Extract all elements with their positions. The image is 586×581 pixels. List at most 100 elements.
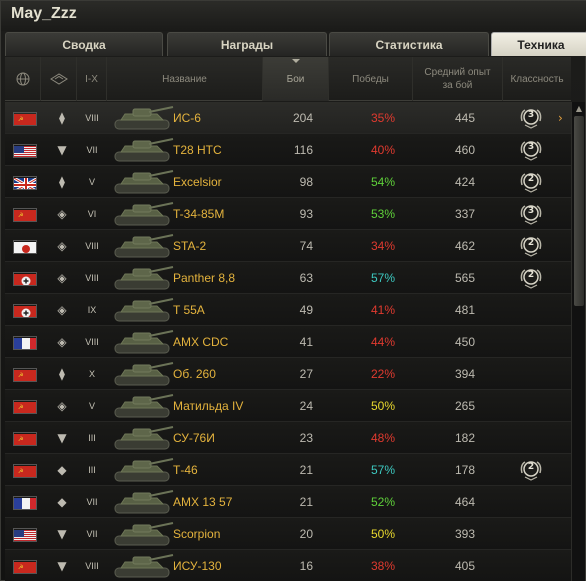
vehicle-row[interactable]: ⧫ V Excelsior 98 54% 424 2 [5,166,571,198]
tab-statistics[interactable]: Статистика [329,32,489,56]
tab-bar: Сводка Награды Статистика Техника [5,32,586,56]
avg-xp: 337 [454,207,475,221]
sort-wins-button[interactable]: Победы [329,57,413,101]
tab-summary[interactable]: Сводка [5,32,163,56]
battles-count: 24 [299,399,313,413]
scroll-thumb[interactable] [574,116,584,306]
germany-flag-icon [13,272,37,286]
td-type-icon: ▼ [57,559,67,573]
tank-image [111,136,175,164]
sort-type-button[interactable] [41,57,77,101]
battles-count: 16 [299,559,313,573]
svg-text:☭: ☭ [18,372,23,379]
mastery-badge-icon: 2 [519,267,543,289]
vehicle-tier: V [88,177,95,187]
usa-flag-icon [13,144,37,158]
svg-text:☭: ☭ [18,404,23,411]
mastery-level: 3 [527,206,535,216]
vehicle-row[interactable]: ☭ ⧫ X Об. 260 27 22% 394 [5,358,571,390]
scroll-up-arrow-icon[interactable]: ▲ [574,104,584,114]
svg-text:☭: ☭ [18,564,23,571]
vehicle-tier: VIII [85,273,99,283]
vehicle-row[interactable]: ☭ ◆ III Т-46 21 57% 178 2 [5,454,571,486]
vehicle-row[interactable]: ▼ VII T28 HTC 116 40% 460 3 [5,134,571,166]
vehicle-row[interactable]: ☭ ⧫ VIII ИС-6 204 35% 445 3 › [5,102,571,134]
tank-image [111,488,175,516]
vehicle-row[interactable]: ◆ VII AMX 13 57 21 52% 464 [5,486,571,518]
avg-xp: 481 [454,303,475,317]
battles-count: 204 [292,111,313,125]
tab-vehicles[interactable]: Техника [491,32,586,56]
heavy-type-icon: ⧫ [59,175,65,189]
avg-xp: 462 [454,239,475,253]
battles-count: 41 [299,335,313,349]
vehicle-row[interactable]: ▼ VII Scorpion 20 50% 393 [5,518,571,550]
win-rate: 22% [370,367,395,381]
avg-xp: 265 [454,399,475,413]
vehicle-name: STA-2 [173,239,207,253]
tab-awards[interactable]: Награды [167,32,327,56]
table-header: I-X Название Бои Победы Средний опыт за … [5,57,571,101]
sort-avgxp-button[interactable]: Средний опыт за бой [413,57,503,101]
battles-count: 21 [299,495,313,509]
vehicle-name: ИСУ-130 [173,559,222,573]
mastery-badge-icon: 3 [519,107,543,129]
vehicle-row[interactable]: ◈ IX T 55A 49 41% 481 [5,294,571,326]
mastery-badge-icon: 2 [519,459,543,481]
light-type-icon: ◆ [57,495,67,509]
svg-text:☭: ☭ [18,212,23,219]
win-rate: 35% [370,111,395,125]
svg-text:☭: ☭ [18,116,23,123]
tank-image [111,200,175,228]
mastery-badge-icon: 2 [519,235,543,257]
vehicle-tier: IX [87,305,97,315]
medium-type-icon: ◈ [57,303,67,317]
vehicle-row[interactable]: ☭ ▼ III СУ-76И 23 48% 182 [5,422,571,454]
vehicle-row[interactable]: ◈ VIII STA-2 74 34% 462 2 [5,230,571,262]
expand-arrow-icon[interactable]: › [558,102,563,134]
medium-type-icon: ◈ [57,335,67,349]
vehicle-tier: III [88,433,96,443]
vehicle-row[interactable]: ◈ VIII AMX CDC 41 44% 450 [5,326,571,358]
vehicle-row[interactable]: ☭ ◈ V Матильда IV 24 50% 265 [5,390,571,422]
globe-icon [16,72,29,86]
tank-image [111,104,175,132]
win-rate: 40% [370,143,395,157]
vertical-scrollbar[interactable]: ▲ [571,102,585,581]
tank-image [111,392,175,420]
mastery-level: 3 [527,142,535,152]
sort-mastery-button[interactable]: Классность [503,57,571,101]
sort-battles-button[interactable]: Бои [263,57,329,101]
tank-image [111,520,175,548]
mastery-level: 2 [527,462,535,472]
win-rate: 34% [370,239,395,253]
tank-image [111,296,175,324]
vehicle-type-icon [49,73,68,85]
vehicle-tier: VIII [85,561,99,571]
uk-flag-icon [13,176,37,190]
mastery-level: 3 [527,110,535,120]
win-rate: 53% [370,207,395,221]
sort-name-button[interactable]: Название [107,57,263,101]
ussr-flag-icon: ☭ [13,368,37,382]
avg-xp: 464 [454,495,475,509]
vehicle-row[interactable]: ☭ ◈ VI T-34-85M 93 53% 337 3 [5,198,571,230]
avg-xp: 424 [454,175,475,189]
tank-image [111,424,175,452]
vehicle-name: ИС-6 [173,111,201,125]
vehicle-name: AMX 13 57 [173,495,233,509]
avg-xp: 393 [454,527,475,541]
sort-nation-button[interactable] [5,57,41,101]
light-type-icon: ◆ [57,463,67,477]
vehicle-name: Об. 260 [173,367,216,381]
medium-type-icon: ◈ [57,399,67,413]
sort-tier-button[interactable]: I-X [77,57,107,101]
france-flag-icon [13,496,37,510]
vehicle-row[interactable]: ◈ VIII Panther 8,8 63 57% 565 2 [5,262,571,294]
mastery-level: 2 [527,238,535,248]
win-rate: 54% [370,175,395,189]
battles-count: 27 [299,367,313,381]
germany-flag-icon [13,304,37,318]
svg-text:☭: ☭ [18,468,23,475]
vehicle-row[interactable]: ☭ ▼ VIII ИСУ-130 16 38% 405 [5,550,571,581]
